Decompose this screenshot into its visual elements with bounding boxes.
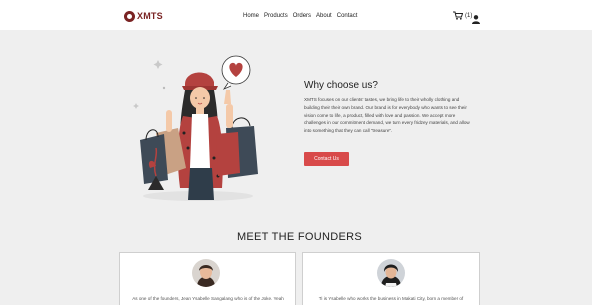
founder-card: Ti is Ysabelle who works the business in…	[302, 252, 480, 305]
brand-logo[interactable]: XMTS	[124, 10, 163, 22]
nav-orders-link[interactable]: Orders	[293, 12, 311, 20]
founder-bio: As one of the founders, Jean Ysabelle Sa…	[132, 296, 284, 301]
nav-home-link[interactable]: Home	[243, 12, 259, 20]
top-navbar: XMTS Home Products Orders About Contact …	[0, 0, 592, 30]
user-icon	[472, 15, 480, 24]
founder-avatar	[377, 259, 405, 287]
founder-bio: Ti is Ysabelle who works the business in…	[318, 296, 464, 301]
founder-card: As one of the founders, Jean Ysabelle Sa…	[119, 252, 296, 305]
founder-avatar	[192, 259, 220, 287]
account-button[interactable]	[472, 11, 480, 29]
main-menu: Home Products Orders About Contact	[243, 12, 357, 20]
why-description: XMTS focuses on our clients' tastes, we …	[304, 97, 470, 134]
nav-about-link[interactable]: About	[316, 12, 332, 20]
why-title: Why choose us?	[304, 80, 378, 91]
cart-button[interactable]: (1)	[453, 11, 472, 20]
why-section: Why choose us? XMTS focuses on our clien…	[304, 80, 474, 135]
cart-icon	[453, 11, 463, 20]
brand-name: XMTS	[137, 11, 163, 21]
shopping-woman-illustration	[133, 55, 258, 201]
founders-title: MEET THE FOUNDERS	[236, 231, 363, 243]
logo-mark-icon	[124, 10, 135, 22]
nav-products-link[interactable]: Products	[264, 12, 288, 20]
nav-contact-link[interactable]: Contact	[337, 12, 358, 20]
contact-us-button[interactable]: Contact Us	[304, 152, 349, 166]
